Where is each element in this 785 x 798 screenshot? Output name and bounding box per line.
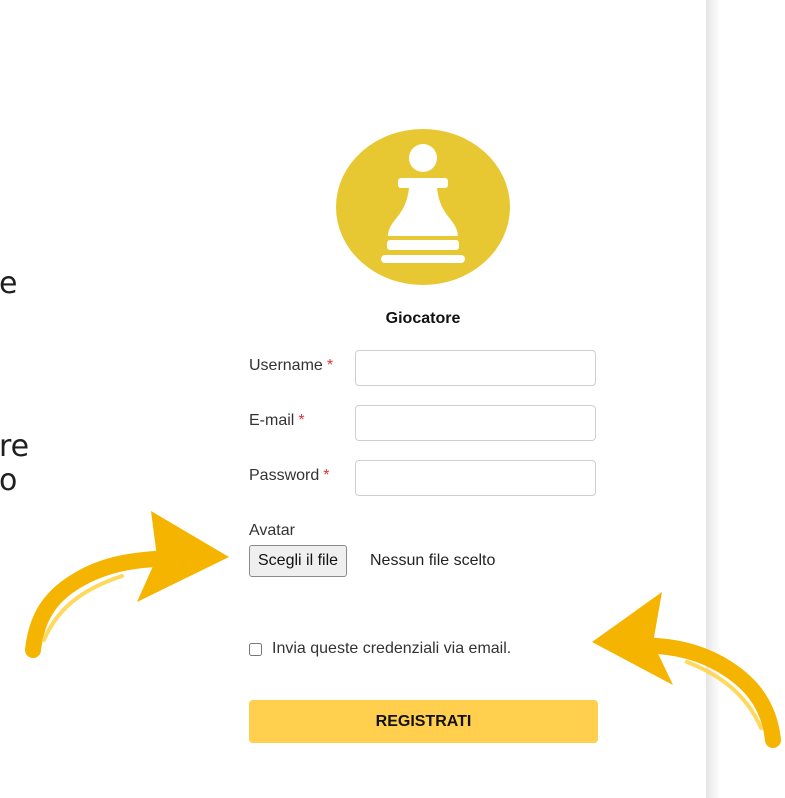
file-status-text: Nessun file scelto [370, 552, 496, 569]
send-credentials-label: Invia queste credenziali via email. [272, 640, 512, 657]
pawn-icon [336, 129, 510, 285]
username-label-text: Username [249, 357, 323, 374]
slide-text-fragment: e [0, 266, 18, 301]
password-input[interactable] [355, 460, 596, 496]
password-label-text: Password [249, 467, 320, 484]
role-title: Giocatore [385, 310, 461, 327]
email-input[interactable] [355, 405, 596, 441]
choose-file-button[interactable]: Scegli il file [249, 545, 348, 577]
register-button[interactable]: REGISTRATI [249, 700, 598, 743]
curved-arrow-right-icon [25, 511, 229, 658]
email-label-text: E-mail [249, 412, 295, 429]
required-marker: * [326, 357, 334, 374]
avatar-label: Avatar [249, 522, 295, 539]
send-credentials-option[interactable]: Invia queste credenziali via email. [249, 640, 511, 658]
curved-arrow-left-icon [592, 592, 781, 748]
password-label: Password * [249, 467, 329, 485]
username-label: Username * [249, 357, 333, 375]
slide-text-fragment: o [0, 463, 18, 498]
required-marker: * [298, 412, 305, 429]
send-credentials-checkbox[interactable] [249, 642, 262, 656]
email-label: E-mail * [249, 412, 305, 430]
slide-text-fragment: re [0, 429, 30, 464]
required-marker: * [323, 467, 330, 484]
username-input[interactable] [355, 350, 596, 386]
